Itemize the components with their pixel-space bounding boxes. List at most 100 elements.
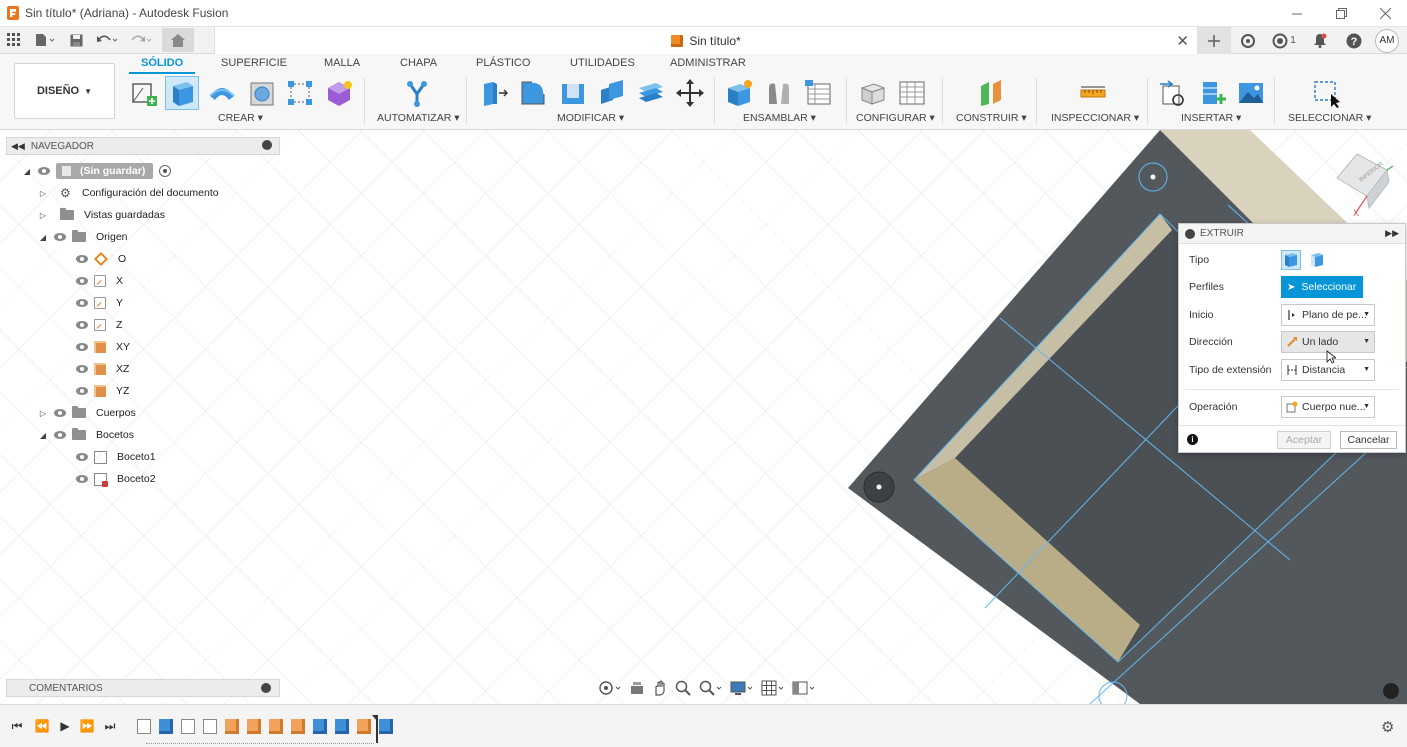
info-icon[interactable]: i: [1187, 434, 1198, 445]
tree-root[interactable]: ◢ (Sin guardar): [22, 161, 172, 181]
collapsed-triangle-icon[interactable]: ▷: [38, 189, 48, 198]
timeline-feature-extrude[interactable]: [379, 719, 393, 734]
configuration-table-button[interactable]: [895, 76, 929, 110]
orbit-button[interactable]: [598, 679, 622, 697]
select-button[interactable]: [1309, 76, 1343, 110]
tab-malla[interactable]: MALLA: [324, 57, 360, 69]
hole-button[interactable]: [245, 76, 279, 110]
type-thin-button[interactable]: [1307, 250, 1327, 270]
document-tab[interactable]: Sin título* ✕: [214, 27, 1198, 54]
file-menu-button[interactable]: [28, 27, 62, 54]
profiles-select-button[interactable]: ➤ Seleccionar: [1281, 276, 1364, 298]
tree-item-sketch2[interactable]: Boceto2: [70, 469, 156, 489]
minimize-button[interactable]: [1275, 0, 1319, 27]
timeline-feature-extrude[interactable]: [335, 719, 349, 734]
tree-item-origin[interactable]: ◢ Origen: [38, 227, 128, 247]
close-window-button[interactable]: [1363, 0, 1407, 27]
redo-button[interactable]: [124, 27, 158, 54]
timeline-feature-orange[interactable]: [247, 719, 261, 734]
create-sketch-button[interactable]: [127, 76, 161, 110]
document-tab-close-button[interactable]: ✕: [1176, 32, 1189, 50]
timeline-feature-orange[interactable]: [269, 719, 283, 734]
tree-item-sketches[interactable]: ◢ Bocetos: [38, 425, 134, 445]
visibility-eye-icon[interactable]: [54, 409, 66, 417]
joint-button[interactable]: [762, 76, 796, 110]
timeline-feature-sketch[interactable]: [181, 719, 195, 734]
tree-item-plane-xy[interactable]: XY: [70, 337, 130, 357]
insert-table-button[interactable]: [1196, 76, 1230, 110]
restore-button[interactable]: [1319, 0, 1363, 27]
visibility-eye-icon[interactable]: [38, 167, 50, 175]
construct-group-label[interactable]: CONSTRUIR ▾: [956, 112, 1027, 124]
expanded-triangle-icon[interactable]: ◢: [38, 431, 48, 440]
operation-dropdown[interactable]: Cuerpo nue... ▼: [1281, 396, 1375, 418]
inspect-group-label[interactable]: INSPECCIONAR ▾: [1051, 112, 1139, 124]
help-button[interactable]: ?: [1337, 27, 1371, 54]
new-tab-button[interactable]: [1197, 27, 1231, 54]
timeline-marker[interactable]: [372, 715, 378, 743]
offset-plane-button[interactable]: [974, 76, 1008, 110]
insert-canvas-button[interactable]: [1234, 76, 1268, 110]
timeline-feature-extrude[interactable]: [313, 719, 327, 734]
tab-solido[interactable]: SÓLIDO: [128, 57, 196, 74]
expanded-triangle-icon[interactable]: ◢: [38, 233, 48, 242]
timeline-start-button[interactable]: ⏮: [10, 719, 24, 733]
shell-button[interactable]: [556, 76, 590, 110]
timeline-previous-button[interactable]: ⏪: [35, 719, 50, 733]
start-dropdown[interactable]: Plano de pe... ▼: [1281, 304, 1375, 326]
create-group-label[interactable]: CREAR ▾: [218, 112, 263, 124]
tree-item-axis-x[interactable]: X: [70, 271, 123, 291]
measure-button[interactable]: [1076, 76, 1110, 110]
collapsed-triangle-icon[interactable]: ▷: [38, 211, 48, 220]
undo-button[interactable]: [90, 27, 124, 54]
look-at-button[interactable]: [629, 679, 645, 697]
visibility-eye-icon[interactable]: [76, 321, 88, 329]
activate-component-icon[interactable]: [159, 165, 172, 177]
zoom-button[interactable]: [675, 679, 692, 697]
automate-group-label[interactable]: AUTOMATIZAR ▾: [377, 112, 459, 124]
viewports-button[interactable]: [792, 679, 816, 697]
revolve-button[interactable]: [205, 76, 239, 110]
job-status-button[interactable]: 1: [1265, 27, 1303, 54]
expand-comments-icon[interactable]: [261, 683, 271, 693]
tree-item-axis-z[interactable]: Z: [70, 315, 122, 335]
timeline-feature-orange[interactable]: [291, 719, 305, 734]
combine-button[interactable]: [595, 76, 629, 110]
tab-utilidades[interactable]: UTILIDADES: [570, 57, 635, 69]
tree-item-named-views[interactable]: ▷ Vistas guardadas: [38, 205, 165, 225]
home-button[interactable]: [162, 28, 194, 52]
expand-dialog-icon[interactable]: ▶▶: [1385, 228, 1399, 239]
extrude-button[interactable]: [165, 76, 199, 110]
tree-item-plane-xz[interactable]: XZ: [70, 359, 129, 379]
press-pull-button[interactable]: [477, 76, 511, 110]
save-button[interactable]: [62, 27, 90, 54]
workspace-switcher[interactable]: DISEÑO ▼: [14, 63, 115, 119]
configure-button[interactable]: [856, 76, 890, 110]
tree-item-axis-y[interactable]: Y: [70, 293, 123, 313]
visibility-eye-icon[interactable]: [76, 365, 88, 373]
bill-of-materials-button[interactable]: [801, 76, 835, 110]
type-solid-button[interactable]: [1281, 250, 1301, 270]
display-settings-button[interactable]: [730, 679, 754, 697]
visibility-eye-icon[interactable]: [76, 277, 88, 285]
automate-button[interactable]: [400, 76, 434, 110]
capture-icon[interactable]: [1383, 683, 1399, 699]
create-form-button[interactable]: [322, 76, 356, 110]
timeline-next-button[interactable]: ⏩: [80, 719, 95, 733]
timeline-settings-gear-icon[interactable]: ⚙: [1381, 718, 1397, 736]
timeline-feature-orange[interactable]: [225, 719, 239, 734]
expanded-triangle-icon[interactable]: ◢: [22, 167, 32, 176]
tab-superficie[interactable]: SUPERFICIE: [221, 57, 287, 69]
extrude-dialog-header[interactable]: EXTRUIR ▶▶: [1179, 224, 1405, 244]
tab-administrar[interactable]: ADMINISTRAR: [670, 57, 746, 69]
grid-settings-button[interactable]: [761, 679, 785, 697]
timeline-feature-sketch[interactable]: [203, 719, 217, 734]
visibility-eye-icon[interactable]: [76, 453, 88, 461]
move-copy-button[interactable]: [673, 76, 707, 110]
minimize-panel-icon[interactable]: [262, 140, 272, 150]
cancel-button[interactable]: Cancelar: [1340, 431, 1397, 449]
fit-button[interactable]: [699, 679, 723, 697]
user-avatar[interactable]: AM: [1375, 28, 1399, 53]
extensions-button[interactable]: [1231, 27, 1265, 54]
pattern-button[interactable]: [283, 76, 317, 110]
